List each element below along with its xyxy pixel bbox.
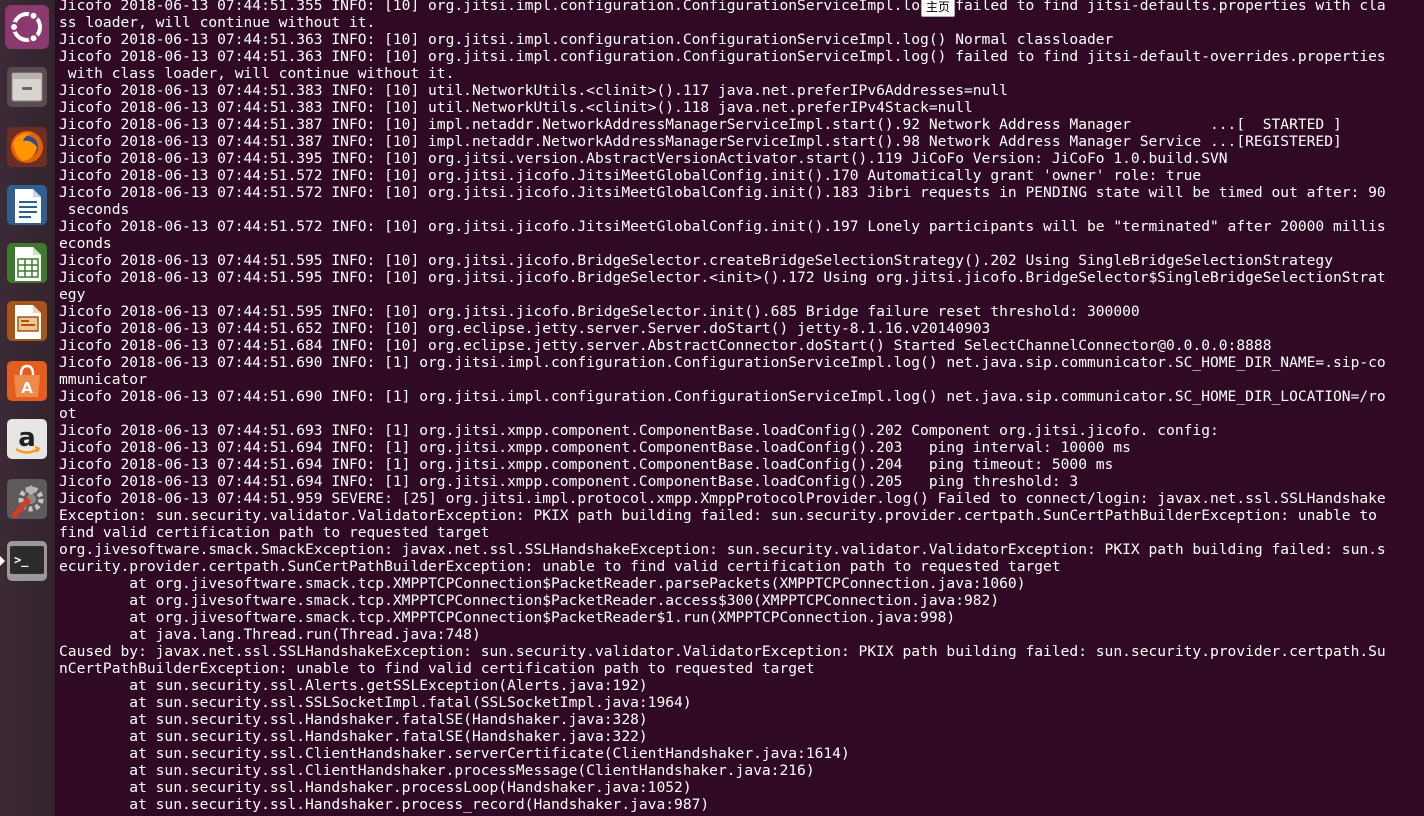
- files-icon: [7, 67, 47, 107]
- terminal-line: at sun.security.ssl.ClientHandshaker.ser…: [59, 745, 850, 762]
- svg-text:A: A: [21, 379, 33, 397]
- launcher-item-system-settings[interactable]: [2, 474, 52, 524]
- terminal-line: egy: [59, 286, 86, 303]
- terminal-line: at sun.security.ssl.Handshaker.fatalSE(H…: [59, 711, 648, 728]
- terminal-line: Jicofo 2018-06-13 07:44:51.383 INFO: [10…: [59, 99, 973, 116]
- terminal-line: at sun.security.ssl.Handshaker.process_r…: [59, 796, 710, 813]
- unity-launcher: A a >_: [0, 0, 56, 816]
- ubuntu-logo-icon: [5, 5, 49, 49]
- launcher-item-firefox[interactable]: [2, 122, 52, 172]
- terminal-line: Jicofo 2018-06-13 07:44:51.572 INFO: [10…: [59, 184, 1386, 201]
- terminal-line: econds: [59, 235, 112, 252]
- terminal-line: org.jivesoftware.smack.SmackException: j…: [59, 541, 1386, 558]
- terminal-line: ot: [59, 405, 77, 422]
- launcher-item-terminal[interactable]: >_: [0, 536, 52, 586]
- terminal-line: at org.jivesoftware.smack.tcp.XMPPTCPCon…: [59, 592, 1000, 609]
- terminal-line: ecurity.provider.certpath.SunCertPathBui…: [59, 558, 1061, 575]
- terminal-line: Jicofo 2018-06-13 07:44:51.595 INFO: [10…: [59, 252, 1333, 269]
- svg-text:>_: >_: [14, 553, 29, 568]
- terminal-line: Caused by: javax.net.ssl.SSLHandshakeExc…: [59, 643, 1386, 660]
- terminal-line: Jicofo 2018-06-13 07:44:51.690 INFO: [1]…: [59, 354, 1386, 371]
- terminal-line: at java.lang.Thread.run(Thread.java:748): [59, 626, 481, 643]
- terminal-line: Exception: sun.security.validator.Valida…: [59, 507, 1377, 524]
- terminal-line: Jicofo 2018-06-13 07:44:51.684 INFO: [10…: [59, 337, 1272, 354]
- terminal-line: at sun.security.ssl.Alerts.getSSLExcepti…: [59, 677, 648, 694]
- terminal-line: at sun.security.ssl.ClientHandshaker.pro…: [59, 762, 815, 779]
- terminal-line: at sun.security.ssl.SSLSocketImpl.fatal(…: [59, 694, 692, 711]
- launcher-item-impress[interactable]: [2, 296, 52, 346]
- terminal-line: Jicofo 2018-06-13 07:44:51.595 INFO: [10…: [59, 269, 1386, 286]
- terminal-line: Jicofo 2018-06-13 07:44:51.572 INFO: [10…: [59, 218, 1386, 235]
- terminal-line: with class loader, will continue without…: [59, 65, 455, 82]
- terminal-line: Jicofo 2018-06-13 07:44:51.383 INFO: [10…: [59, 82, 1008, 99]
- libreoffice-calc-icon: [7, 243, 47, 283]
- firefox-icon: [7, 127, 47, 167]
- terminal-line: at org.jivesoftware.smack.tcp.XMPPTCPCon…: [59, 575, 1026, 592]
- terminal-line: Jicofo 2018-06-13 07:44:51.595 INFO: [10…: [59, 303, 1140, 320]
- terminal-line: Jicofo 2018-06-13 07:44:51.694 INFO: [1]…: [59, 473, 1079, 490]
- system-settings-icon: [7, 479, 47, 519]
- terminal-line: Jicofo 2018-06-13 07:44:51.387 INFO: [10…: [59, 116, 1342, 133]
- terminal-line: Jicofo 2018-06-13 07:44:51.363 INFO: [10…: [59, 48, 1386, 65]
- terminal-line: Jicofo 2018-06-13 07:44:51.355 INFO: [10…: [59, 0, 1386, 14]
- terminal-line: Jicofo 2018-06-13 07:44:51.572 INFO: [10…: [59, 167, 1202, 184]
- terminal-line: Jicofo 2018-06-13 07:44:51.959 SEVERE: […: [59, 490, 1386, 507]
- terminal-line: Jicofo 2018-06-13 07:44:51.363 INFO: [10…: [59, 31, 1114, 48]
- terminal-window[interactable]: Jicofo 2018-06-13 07:44:51.355 INFO: [10…: [57, 0, 1424, 816]
- terminal-line: mmunicator: [59, 371, 147, 388]
- terminal-line: at sun.security.ssl.Handshaker.processLo…: [59, 779, 692, 796]
- terminal-line: seconds: [59, 201, 130, 218]
- launcher-item-amazon[interactable]: a: [2, 414, 52, 464]
- amazon-icon: a: [7, 419, 47, 459]
- terminal-line: at sun.security.ssl.Handshaker.fatalSE(H…: [59, 728, 648, 745]
- terminal-line: Jicofo 2018-06-13 07:44:51.690 INFO: [1]…: [59, 388, 1386, 405]
- terminal-output: Jicofo 2018-06-13 07:44:51.355 INFO: [10…: [59, 0, 1386, 813]
- home-tooltip: 主页: [921, 0, 956, 17]
- launcher-item-files[interactable]: [2, 62, 52, 112]
- terminal-line: Jicofo 2018-06-13 07:44:51.694 INFO: [1]…: [59, 439, 1131, 456]
- software-center-icon: A: [7, 361, 47, 401]
- libreoffice-impress-icon: [7, 301, 47, 341]
- svg-text:a: a: [18, 423, 36, 453]
- terminal-icon: >_: [7, 541, 47, 581]
- terminal-line: nCertPathBuilderException: unable to fin…: [59, 660, 815, 677]
- launcher-item-software-center[interactable]: A: [2, 356, 52, 406]
- terminal-line: Jicofo 2018-06-13 07:44:51.693 INFO: [1]…: [59, 422, 1219, 439]
- libreoffice-writer-icon: [7, 185, 47, 225]
- terminal-line: Jicofo 2018-06-13 07:44:51.395 INFO: [10…: [59, 150, 1228, 167]
- terminal-line: Jicofo 2018-06-13 07:44:51.694 INFO: [1]…: [59, 456, 1114, 473]
- terminal-line: Jicofo 2018-06-13 07:44:51.652 INFO: [10…: [59, 320, 991, 337]
- terminal-line: Jicofo 2018-06-13 07:44:51.387 INFO: [10…: [59, 133, 1342, 150]
- launcher-item-calc[interactable]: [2, 238, 52, 288]
- terminal-line: at org.jivesoftware.smack.tcp.XMPPTCPCon…: [59, 609, 956, 626]
- launcher-item-writer[interactable]: [2, 180, 52, 230]
- terminal-line: find valid certification path to request…: [59, 524, 490, 541]
- terminal-line: ss loader, will continue without it.: [59, 14, 376, 31]
- launcher-item-dash[interactable]: [2, 2, 52, 52]
